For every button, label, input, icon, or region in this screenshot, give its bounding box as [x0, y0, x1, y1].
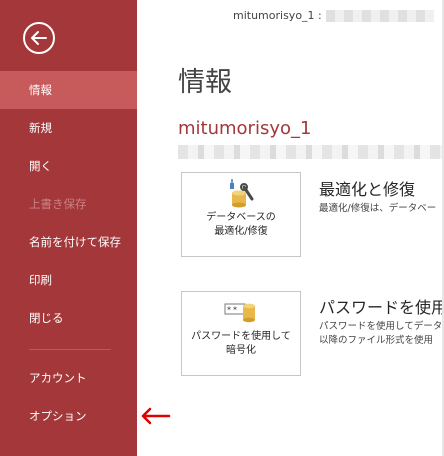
nav-item-open[interactable]: 開く — [0, 147, 137, 185]
sidebar-divider — [29, 349, 111, 350]
red-arrow-icon — [141, 407, 171, 425]
back-button[interactable] — [23, 22, 55, 54]
password-button-label-line2: 暗号化 — [226, 345, 256, 356]
database-name: mitumorisyo_1 — [178, 118, 312, 139]
password-button-label-line1: パスワードを使用して — [191, 331, 291, 342]
compact-repair-button[interactable]: データベースの 最適化/修復 — [181, 172, 301, 257]
database-compact-repair-icon — [230, 179, 254, 208]
nav-item-print[interactable]: 印刷 — [0, 261, 137, 299]
password-heading: パスワードを使用 — [319, 298, 444, 317]
compact-button-label-line2: 最適化/修復 — [214, 226, 268, 237]
nav-item-close[interactable]: 閉じる — [0, 299, 137, 337]
nav-item-options[interactable]: オプション — [0, 397, 137, 435]
window-title-text: mitumorisyo_1 : — [233, 9, 322, 22]
password-description-line1: パスワードを使用してデータ — [319, 321, 443, 332]
nav-item-new[interactable]: 新規 — [0, 109, 137, 147]
encrypt-password-button[interactable]: * * パスワードを使用して 暗号化 — [181, 291, 301, 376]
redacted-path — [325, 10, 434, 22]
svg-text:*: * — [227, 306, 231, 315]
page-title: 情報 — [178, 67, 232, 98]
compact-description: 最適化/修復は、データベー — [319, 203, 437, 214]
backstage-sidebar: 情報 新規 開く 上書き保存 名前を付けて保存 印刷 閉じる アカウント オプシ… — [0, 0, 137, 456]
back-arrow-icon — [31, 31, 47, 45]
compact-button-label-line1: データベースの — [206, 212, 276, 223]
nav-item-account[interactable]: アカウント — [0, 359, 137, 397]
svg-text:*: * — [233, 306, 237, 315]
nav-item-save: 上書き保存 — [29, 197, 87, 211]
password-description-line2: 以降のファイル形式を使用 — [319, 335, 434, 346]
redacted-file-path — [178, 145, 442, 159]
window-title: mitumorisyo_1 : — [233, 9, 434, 22]
nav-item-save-as[interactable]: 名前を付けて保存 — [0, 223, 137, 261]
compact-heading: 最適化と修復 — [319, 180, 416, 199]
nav-item-info[interactable]: 情報 — [0, 71, 137, 109]
database-password-icon: * * — [224, 303, 255, 323]
